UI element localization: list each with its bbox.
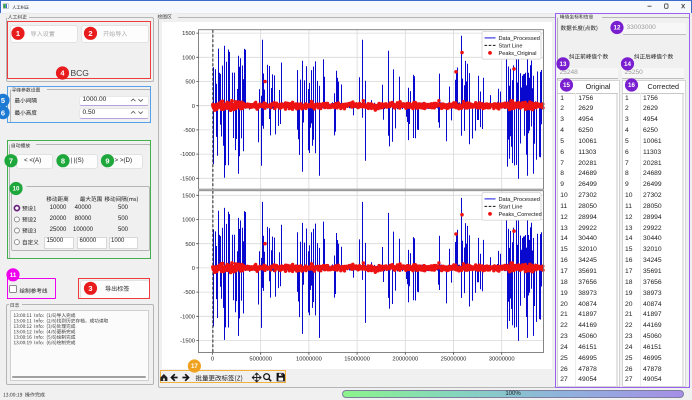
svg-text:-500: -500 — [183, 128, 195, 134]
svg-text:Start Line: Start Line — [499, 43, 523, 49]
svg-text:20000000: 20000000 — [392, 357, 418, 363]
svg-text:-1000: -1000 — [180, 152, 195, 158]
svg-text:1000: 1000 — [182, 55, 195, 61]
svg-text:30000000: 30000000 — [489, 357, 515, 363]
svg-text:1: 1 — [16, 29, 20, 38]
svg-text:14: 14 — [624, 61, 631, 68]
svg-text:3: 3 — [88, 284, 92, 293]
svg-text:8: 8 — [61, 156, 65, 165]
svg-text:Start Line: Start Line — [499, 204, 523, 210]
svg-text:12: 12 — [614, 25, 621, 32]
svg-text:-500: -500 — [183, 290, 195, 296]
svg-text:1000: 1000 — [182, 218, 195, 224]
svg-text:16: 16 — [628, 82, 635, 89]
svg-text:2: 2 — [88, 29, 92, 38]
svg-text:15: 15 — [563, 82, 570, 89]
svg-text:10: 10 — [13, 186, 20, 193]
svg-text:6: 6 — [1, 108, 5, 117]
svg-text:Peaks_Original: Peaks_Original — [499, 51, 537, 57]
svg-text:0: 0 — [192, 266, 195, 272]
svg-text:11: 11 — [10, 272, 17, 279]
svg-text:-1000: -1000 — [180, 314, 195, 320]
svg-text:0: 0 — [192, 104, 195, 110]
svg-text:5: 5 — [1, 96, 5, 105]
svg-text:0: 0 — [211, 357, 214, 363]
svg-text:17: 17 — [191, 363, 198, 370]
svg-text:-1500: -1500 — [180, 176, 195, 182]
svg-text:5000000: 5000000 — [249, 357, 272, 363]
svg-text:7: 7 — [9, 156, 13, 165]
svg-text:1500: 1500 — [182, 193, 195, 199]
svg-text:Peaks_Corrected: Peaks_Corrected — [499, 212, 542, 218]
svg-text:25000000: 25000000 — [441, 357, 467, 363]
svg-text:-1500: -1500 — [180, 339, 195, 345]
svg-text:13: 13 — [560, 61, 567, 68]
svg-text:9: 9 — [105, 156, 109, 165]
svg-text:Data_Processed: Data_Processed — [499, 197, 540, 203]
svg-text:500: 500 — [185, 80, 195, 86]
svg-text:1500: 1500 — [182, 31, 195, 37]
svg-text:Data_Processed: Data_Processed — [499, 36, 540, 42]
svg-text:10000000: 10000000 — [296, 357, 322, 363]
svg-text:500: 500 — [185, 242, 195, 248]
svg-text:15000000: 15000000 — [344, 357, 370, 363]
